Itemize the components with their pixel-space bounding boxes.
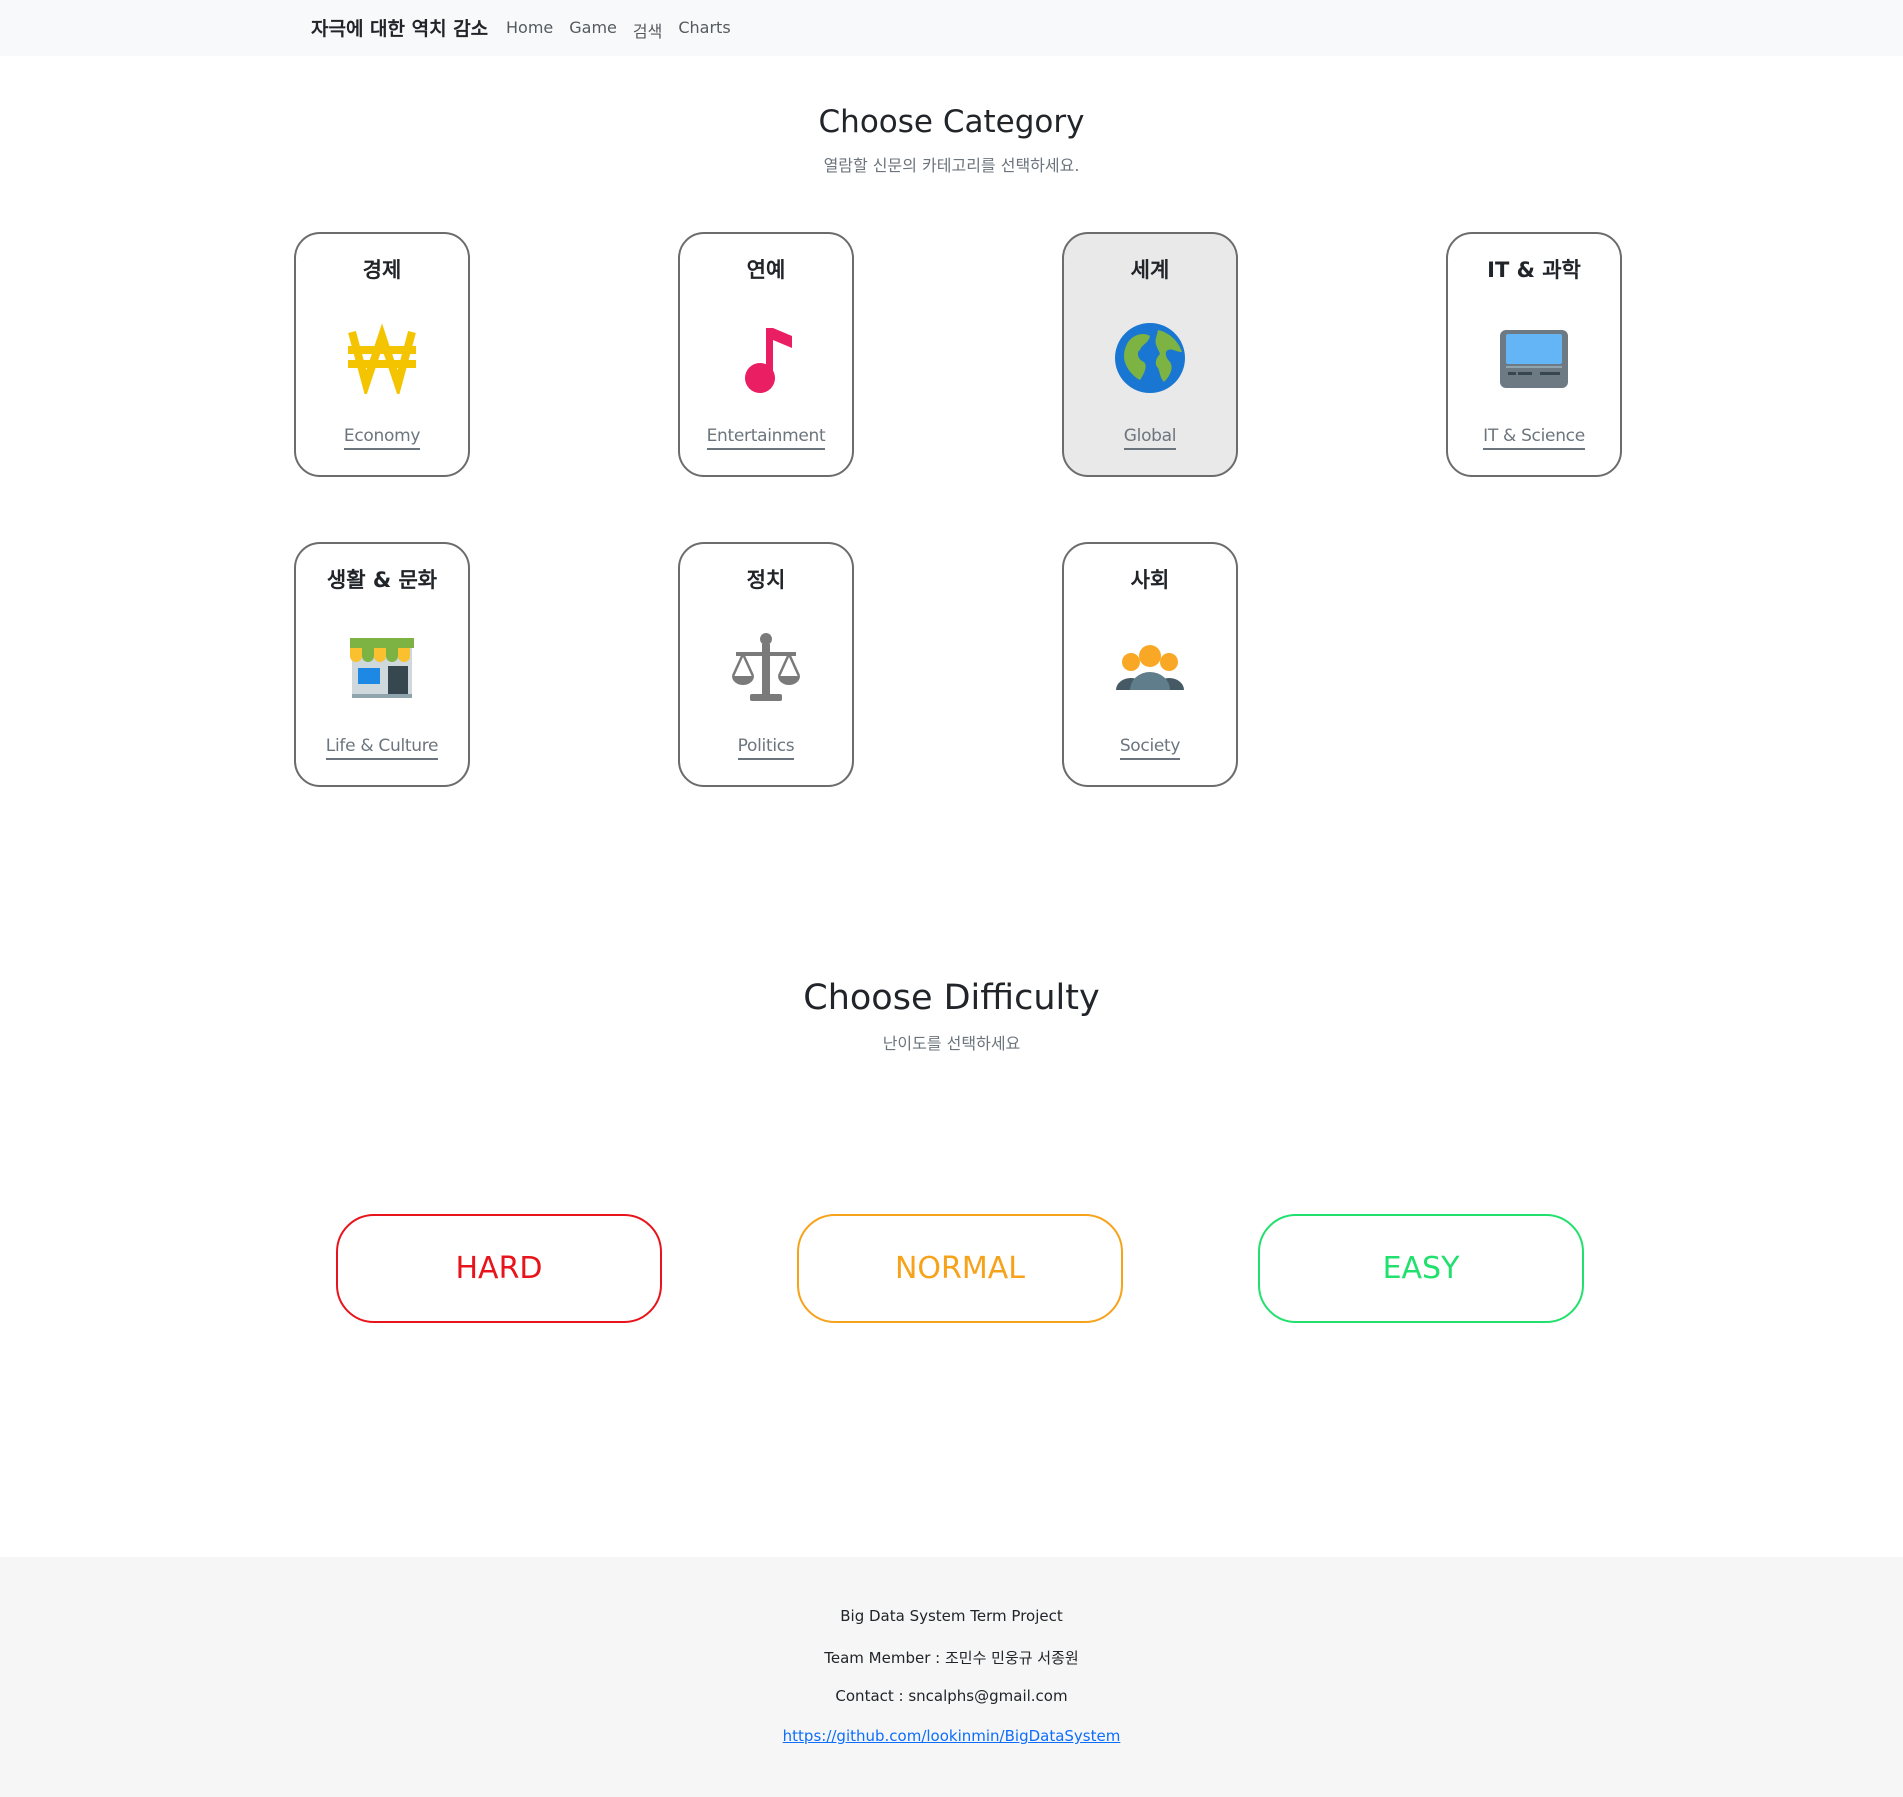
category-en-label: IT & Science bbox=[1483, 426, 1585, 450]
hard-button[interactable]: HARD bbox=[336, 1214, 662, 1323]
music-note-icon bbox=[730, 322, 802, 394]
category-en-label: Global bbox=[1123, 426, 1177, 450]
category-card-global[interactable]: 세계 Global bbox=[1062, 232, 1238, 477]
globe-icon bbox=[1114, 322, 1186, 394]
category-en-label: Life & Culture bbox=[325, 736, 438, 760]
category-card-politics[interactable]: 정치 Politics bbox=[678, 542, 854, 787]
category-kr-label: 연예 bbox=[746, 258, 786, 282]
store-icon bbox=[346, 632, 418, 704]
category-en-label: Politics bbox=[737, 736, 795, 760]
nav-link-home[interactable]: Home bbox=[506, 18, 553, 42]
category-card-life-culture[interactable]: 생활 & 문화 Life & Culture bbox=[294, 542, 470, 787]
category-card-entertainment[interactable]: 연예 Entertainment bbox=[678, 232, 854, 477]
nav-links: Home Game 검색 Charts bbox=[506, 18, 747, 42]
footer-repo-link[interactable]: https://github.com/lookinmin/BigDataSyst… bbox=[783, 1727, 1121, 1745]
nav-link-charts[interactable]: Charts bbox=[678, 18, 730, 42]
category-kr-label: 생활 & 문화 bbox=[326, 568, 438, 592]
nav-link-game[interactable]: Game bbox=[569, 18, 617, 42]
nav-link-search[interactable]: 검색 bbox=[633, 18, 662, 42]
category-card-society[interactable]: 사회 Society bbox=[1062, 542, 1238, 787]
category-kr-label: 세계 bbox=[1130, 258, 1170, 282]
footer: Big Data System Term Project Team Member… bbox=[0, 1557, 1903, 1797]
category-kr-label: 사회 bbox=[1130, 568, 1170, 592]
footer-project: Big Data System Term Project bbox=[840, 1607, 1063, 1625]
category-subtitle: 열람할 신문의 카테고리를 선택하세요. bbox=[823, 156, 1080, 175]
navbar-brand[interactable]: 자극에 대한 역치 감소 bbox=[311, 14, 488, 41]
laptop-icon bbox=[1498, 322, 1570, 394]
scales-icon bbox=[730, 632, 802, 704]
navbar: 자극에 대한 역치 감소 Home Game 검색 Charts bbox=[0, 0, 1903, 56]
category-kr-label: IT & 과학 bbox=[1487, 258, 1581, 282]
normal-button[interactable]: NORMAL bbox=[797, 1214, 1123, 1323]
category-kr-label: 정치 bbox=[746, 568, 786, 592]
category-en-label: Economy bbox=[343, 426, 420, 450]
category-en-label: Entertainment bbox=[706, 426, 826, 450]
category-title: Choose Category bbox=[818, 104, 1085, 140]
footer-contact: Contact : sncalphs@gmail.com bbox=[835, 1687, 1068, 1705]
people-icon bbox=[1114, 632, 1186, 704]
difficulty-subtitle: 난이도를 선택하세요 bbox=[882, 1034, 1021, 1053]
won-icon bbox=[346, 322, 418, 398]
easy-button[interactable]: EASY bbox=[1258, 1214, 1584, 1323]
category-card-economy[interactable]: 경제 Economy bbox=[294, 232, 470, 477]
difficulty-title: Choose Difficulty bbox=[803, 978, 1100, 1018]
footer-team: Team Member : 조민수 민웅규 서종원 bbox=[824, 1649, 1079, 1667]
category-en-label: Society bbox=[1119, 736, 1180, 760]
category-kr-label: 경제 bbox=[362, 258, 402, 282]
category-card-it-science[interactable]: IT & 과학 IT & Science bbox=[1446, 232, 1622, 477]
